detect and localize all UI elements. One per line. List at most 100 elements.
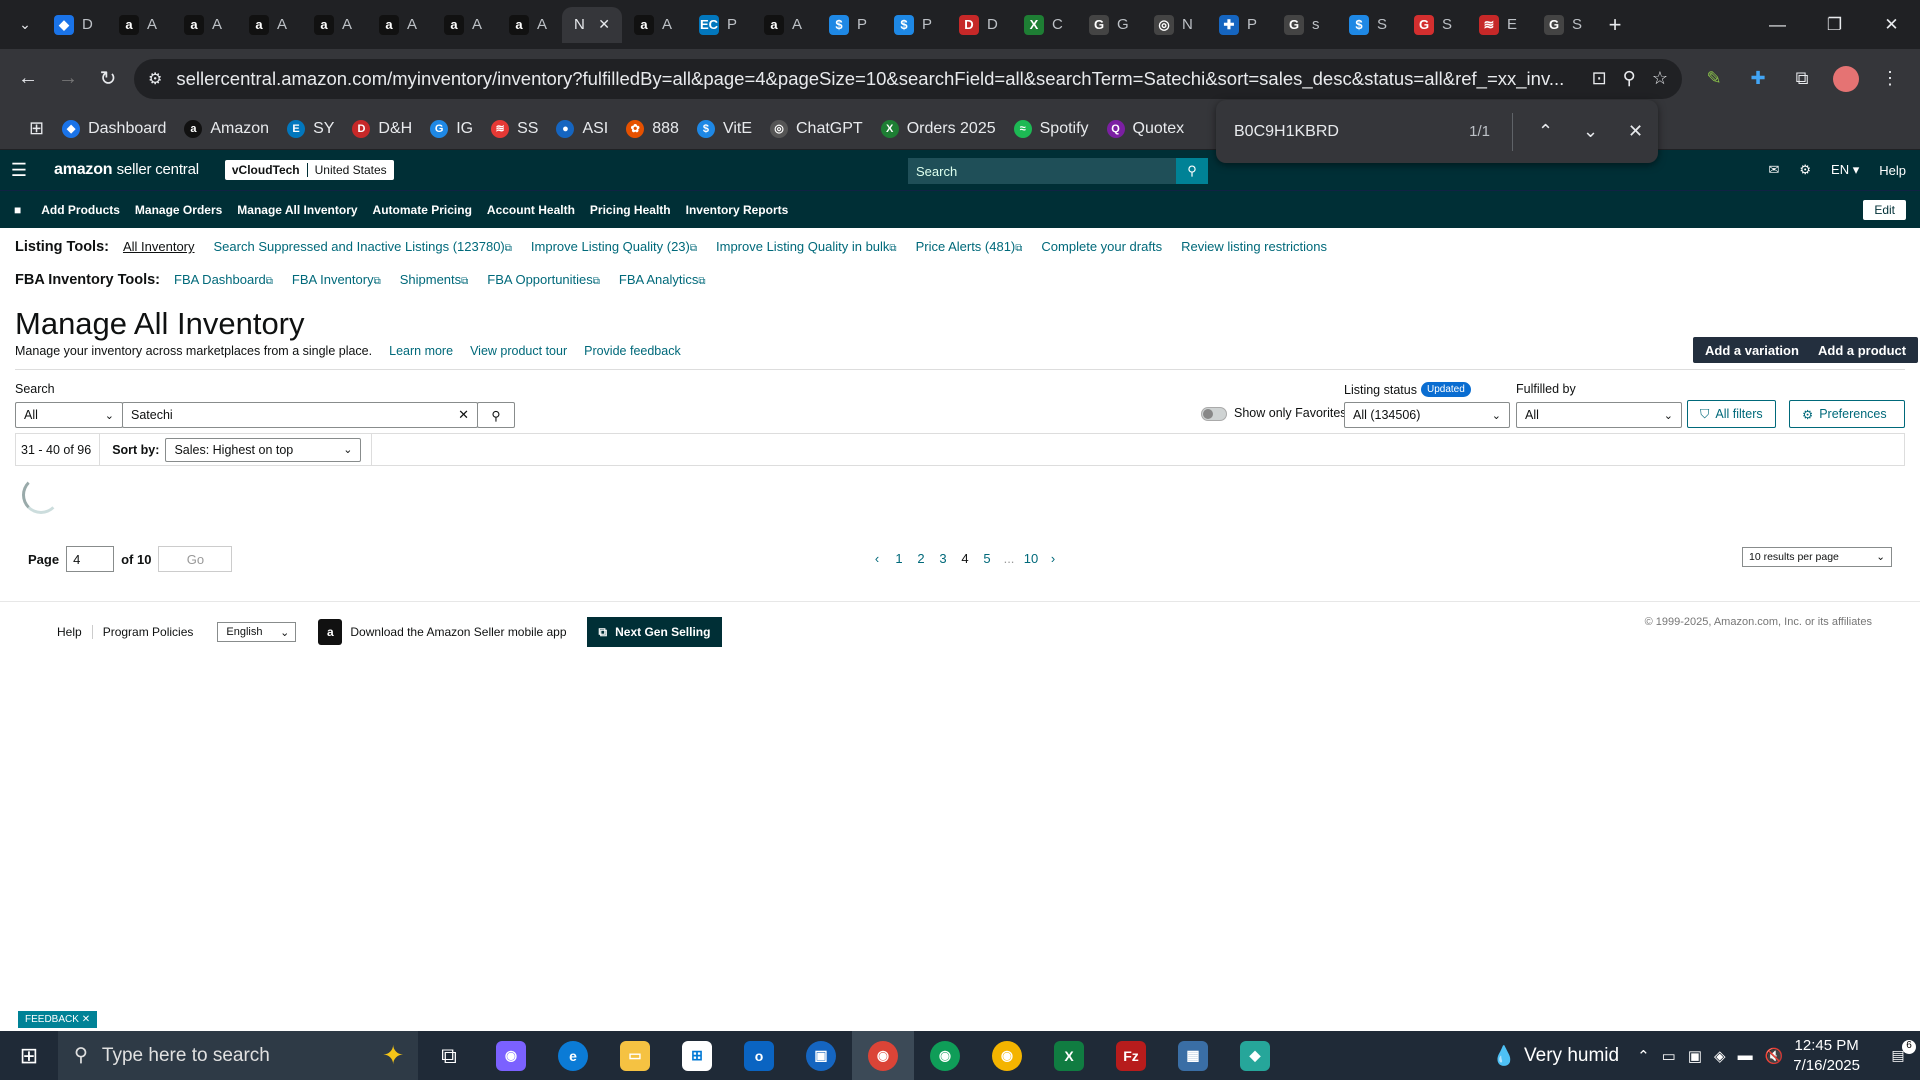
footer-help-link[interactable]: Help xyxy=(47,625,93,639)
bookmark-star-icon[interactable]: ☆ xyxy=(1652,68,1668,89)
browser-tab[interactable]: DD xyxy=(947,7,1012,43)
page-link[interactable]: 10 xyxy=(1020,551,1042,566)
search-field-select[interactable]: All ⌄ xyxy=(15,402,123,428)
go-button[interactable]: Go xyxy=(158,546,233,572)
browser-tab[interactable]: GS xyxy=(1402,7,1467,43)
link-improve-listing-quality[interactable]: Improve Listing Quality (23)⧉ xyxy=(531,239,697,254)
filezilla-icon[interactable]: Fz xyxy=(1100,1031,1162,1080)
bookmark-item[interactable]: D D&H xyxy=(343,113,421,145)
page-link[interactable]: 1 xyxy=(888,551,910,566)
bookmark-item[interactable]: G IG xyxy=(421,113,482,145)
listing-status-select[interactable]: All (134506) ⌄ xyxy=(1344,402,1510,428)
find-previous-icon[interactable]: ⌃ xyxy=(1523,121,1568,142)
browser-tab[interactable]: aA xyxy=(107,7,172,43)
chevron-up-icon[interactable]: ⌃ xyxy=(1637,1047,1650,1065)
display-icon[interactable]: ▭ xyxy=(1662,1047,1676,1065)
bookmark-item[interactable]: ≈ Spotify xyxy=(1005,113,1098,145)
browser-tab[interactable]: aA xyxy=(622,7,687,43)
help-link[interactable]: Help xyxy=(1879,163,1906,178)
sort-select[interactable]: Sales: Highest on top ⌄ xyxy=(165,437,362,462)
taskbar-search[interactable]: ⚲ Type here to search ✦ xyxy=(58,1031,418,1080)
link-fba-dashboard[interactable]: FBA Dashboard⧉ xyxy=(174,272,273,287)
browser-tab[interactable]: aA xyxy=(237,7,302,43)
chrome-profile-icon-2[interactable]: ◉ xyxy=(976,1031,1038,1080)
browser-tab[interactable]: $ S xyxy=(1337,7,1402,43)
provide-feedback-link[interactable]: Provide feedback xyxy=(584,344,681,358)
link-fba-analytics[interactable]: FBA Analytics⧉ xyxy=(619,272,706,287)
clock[interactable]: 12:45 PM 7/16/2025 xyxy=(1793,1036,1860,1076)
seller-central-logo[interactable]: amazon seller central xyxy=(54,161,199,179)
mobile-app-link[interactable]: a Download the Amazon Seller mobile app xyxy=(318,619,567,645)
edit-nav-button[interactable]: Edit xyxy=(1863,200,1906,220)
find-next-icon[interactable]: ⌄ xyxy=(1568,121,1613,142)
link-fba-opportunities[interactable]: FBA Opportunities⧉ xyxy=(487,272,600,287)
add-product-button[interactable]: Add a product xyxy=(1806,337,1919,363)
copilot-icon[interactable]: ◉ xyxy=(480,1031,542,1080)
clear-search-icon[interactable]: ✕ xyxy=(458,407,469,423)
url-text[interactable]: sellercentral.amazon.com/myinventory/inv… xyxy=(176,68,1575,90)
browser-tab[interactable]: $ P xyxy=(882,7,947,43)
browser-tab[interactable]: XC xyxy=(1012,7,1077,43)
chrome-menu-icon[interactable]: ⋮ xyxy=(1868,68,1912,89)
bookmark-icon[interactable]: ■ xyxy=(14,203,21,217)
footer-language-select[interactable]: English ⌄ xyxy=(217,622,297,642)
bookmark-item[interactable]: a Amazon xyxy=(175,113,278,145)
browser-tab[interactable]: aA xyxy=(172,7,237,43)
page-number-input[interactable]: 4 xyxy=(66,546,115,572)
close-window-icon[interactable]: ✕ xyxy=(1863,0,1920,49)
extension-icon-2[interactable]: ✚ xyxy=(1736,68,1780,89)
profile-avatar[interactable] xyxy=(1824,65,1868,92)
nav-automate-pricing[interactable]: Automate Pricing xyxy=(373,203,472,217)
browser-tab[interactable]: N ✕ xyxy=(562,6,622,43)
bookmark-item[interactable]: Q Quotex xyxy=(1098,113,1194,145)
browser-tab[interactable]: aA xyxy=(752,7,817,43)
prev-page-icon[interactable]: ‹ xyxy=(866,551,888,566)
weather-widget[interactable]: 💧 Very humid xyxy=(1492,1044,1619,1068)
fulfilled-by-select[interactable]: All ⌄ xyxy=(1516,402,1682,428)
nav-add-products[interactable]: Add Products xyxy=(41,203,120,217)
meet-icon[interactable]: ▣ xyxy=(1688,1047,1702,1065)
volume-mute-icon[interactable]: 🔇 xyxy=(1765,1047,1784,1065)
browser-tab[interactable]: Gs xyxy=(1272,7,1337,43)
search-submit-button[interactable]: ⚲ xyxy=(477,402,515,428)
language-selector[interactable]: EN ▾ xyxy=(1831,162,1859,178)
find-input[interactable]: B0C9H1KBRD xyxy=(1234,123,1469,141)
back-icon[interactable]: ← xyxy=(8,59,48,99)
browser-tab[interactable]: ◆ D xyxy=(42,7,107,43)
page-link[interactable]: 3 xyxy=(932,551,954,566)
browser-tab[interactable]: aA xyxy=(302,7,367,43)
product-tour-link[interactable]: View product tour xyxy=(470,344,567,358)
seller-search-input[interactable]: Search ⚲ xyxy=(908,158,1208,184)
calendar-app-icon[interactable]: ▣ xyxy=(790,1031,852,1080)
browser-tab[interactable]: GG xyxy=(1077,7,1142,43)
browser-tab[interactable]: ◎ N xyxy=(1142,7,1207,43)
link-improve-listing-quality-bulk[interactable]: Improve Listing Quality in bulk⧉ xyxy=(716,239,897,254)
windows-start-icon[interactable]: ⊞ xyxy=(0,1031,58,1080)
lens-icon[interactable]: ⊡ xyxy=(1592,68,1607,89)
tab-search-icon[interactable]: ⌄ xyxy=(8,8,42,42)
restore-icon[interactable]: ❐ xyxy=(1806,0,1863,49)
browser-tab[interactable]: GS xyxy=(1532,7,1597,43)
bookmark-item[interactable]: X Orders 2025 xyxy=(872,113,1005,145)
search-icon[interactable]: ⚲ xyxy=(1176,158,1208,184)
reload-icon[interactable]: ↻ xyxy=(88,59,128,99)
results-per-page-select[interactable]: 10 results per page ⌄ xyxy=(1742,547,1892,567)
hamburger-menu-icon[interactable]: ☰ xyxy=(0,160,38,181)
favorites-toggle[interactable] xyxy=(1201,407,1227,421)
excel-icon[interactable]: X xyxy=(1038,1031,1100,1080)
account-switcher[interactable]: vCloudTech United States xyxy=(224,160,394,180)
gear-icon[interactable]: ⚙ xyxy=(1799,162,1811,178)
nav-pricing-health[interactable]: Pricing Health xyxy=(590,203,671,217)
site-info-icon[interactable]: ⚙ xyxy=(148,69,162,89)
app-icon[interactable]: ◆ xyxy=(1224,1031,1286,1080)
learn-more-link[interactable]: Learn more xyxy=(389,344,453,358)
omnibox[interactable]: ⚙ sellercentral.amazon.com/myinventory/i… xyxy=(134,58,1682,99)
minimize-icon[interactable]: — xyxy=(1749,0,1806,49)
feedback-tab[interactable]: FEEDBACK ✕ xyxy=(18,1011,98,1028)
battery-icon[interactable]: ▬ xyxy=(1738,1047,1753,1064)
bookmark-item[interactable]: ● ASI xyxy=(547,113,617,145)
link-suppressed-listings[interactable]: Search Suppressed and Inactive Listings … xyxy=(214,239,512,254)
notifications-icon[interactable]: ▤ 6 xyxy=(1876,1040,1920,1064)
mail-icon[interactable]: ✉ xyxy=(1768,162,1779,178)
find-close-icon[interactable]: ✕ xyxy=(1613,121,1658,142)
